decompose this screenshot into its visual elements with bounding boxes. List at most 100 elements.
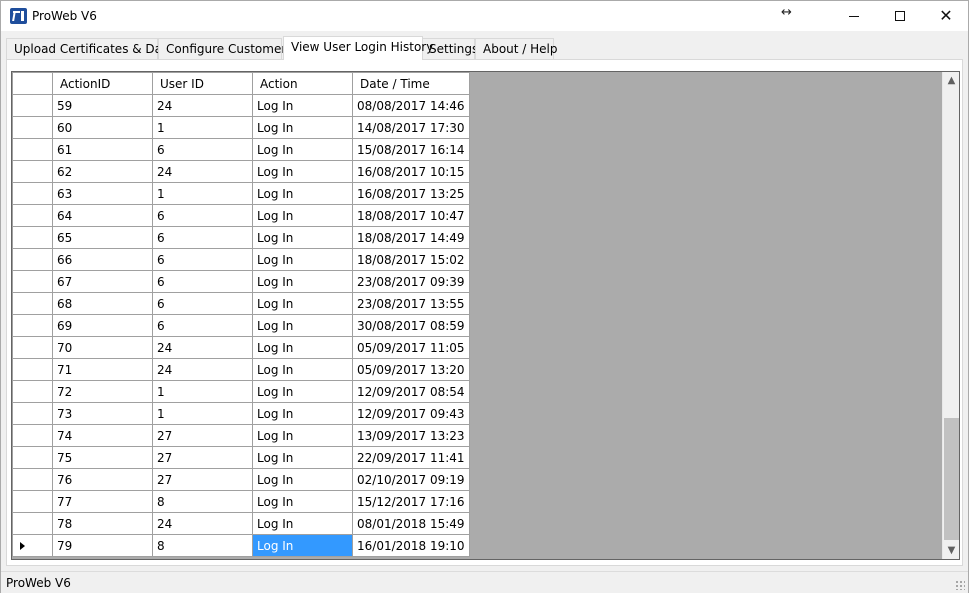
row-header[interactable] <box>12 270 53 293</box>
cell-action[interactable]: Log In <box>252 138 353 161</box>
maximize-button[interactable] <box>877 1 923 31</box>
cell-action[interactable]: Log In <box>252 336 353 359</box>
cell-action[interactable]: Log In <box>252 116 353 139</box>
cell-date-time[interactable]: 16/01/2018 19:10 <box>352 534 470 557</box>
cell-action[interactable]: Log In <box>252 358 353 381</box>
cell-actionid[interactable]: 75 <box>52 446 153 469</box>
cell-user-id[interactable]: 27 <box>152 424 253 447</box>
close-button[interactable]: ✕ <box>923 1 969 31</box>
row-header[interactable] <box>12 160 53 183</box>
table-row[interactable]: 70 24 Log In 05/09/2017 11:05 <box>12 336 470 359</box>
cell-user-id[interactable]: 1 <box>152 116 253 139</box>
cell-user-id[interactable]: 24 <box>152 94 253 117</box>
cell-actionid[interactable]: 61 <box>52 138 153 161</box>
cell-actionid[interactable]: 66 <box>52 248 153 271</box>
cell-actionid[interactable]: 78 <box>52 512 153 535</box>
row-header[interactable] <box>12 446 53 469</box>
cell-action[interactable]: Log In <box>252 534 353 557</box>
login-history-grid[interactable]: ActionID User ID Action Date / Time 59 24… <box>11 71 960 560</box>
table-row[interactable]: 59 24 Log In 08/08/2017 14:46 <box>12 94 470 117</box>
cell-date-time[interactable]: 22/09/2017 11:41 <box>352 446 470 469</box>
row-header[interactable] <box>12 226 53 249</box>
cell-user-id[interactable]: 6 <box>152 270 253 293</box>
cell-actionid[interactable]: 70 <box>52 336 153 359</box>
cell-date-time[interactable]: 16/08/2017 10:15 <box>352 160 470 183</box>
cell-action[interactable]: Log In <box>252 512 353 535</box>
row-header[interactable] <box>12 534 53 557</box>
cell-action[interactable]: Log In <box>252 402 353 425</box>
column-header-action[interactable]: Action <box>252 72 353 95</box>
row-header[interactable] <box>12 116 53 139</box>
cell-action[interactable]: Log In <box>252 270 353 293</box>
cell-action[interactable]: Log In <box>252 182 353 205</box>
table-row[interactable]: 64 6 Log In 18/08/2017 10:47 <box>12 204 470 227</box>
cell-actionid[interactable]: 59 <box>52 94 153 117</box>
row-header[interactable] <box>12 336 53 359</box>
cell-user-id[interactable]: 6 <box>152 226 253 249</box>
cell-date-time[interactable]: 15/08/2017 16:14 <box>352 138 470 161</box>
cell-action[interactable]: Log In <box>252 314 353 337</box>
cell-action[interactable]: Log In <box>252 248 353 271</box>
cell-action[interactable]: Log In <box>252 380 353 403</box>
cell-action[interactable]: Log In <box>252 94 353 117</box>
cell-action[interactable]: Log In <box>252 424 353 447</box>
cell-actionid[interactable]: 67 <box>52 270 153 293</box>
cell-user-id[interactable]: 8 <box>152 490 253 513</box>
column-header-date-time[interactable]: Date / Time <box>352 72 470 95</box>
row-header[interactable] <box>12 182 53 205</box>
row-header[interactable] <box>12 358 53 381</box>
cell-action[interactable]: Log In <box>252 446 353 469</box>
cell-date-time[interactable]: 30/08/2017 08:59 <box>352 314 470 337</box>
cell-actionid[interactable]: 73 <box>52 402 153 425</box>
cell-user-id[interactable]: 27 <box>152 468 253 491</box>
row-header[interactable] <box>12 138 53 161</box>
table-row[interactable]: 73 1 Log In 12/09/2017 09:43 <box>12 402 470 425</box>
row-header[interactable] <box>12 424 53 447</box>
scroll-up-button[interactable]: ▲ <box>943 72 959 89</box>
row-header[interactable] <box>12 380 53 403</box>
table-row[interactable]: 68 6 Log In 23/08/2017 13:55 <box>12 292 470 315</box>
cell-user-id[interactable]: 8 <box>152 534 253 557</box>
cell-user-id[interactable]: 1 <box>152 402 253 425</box>
cell-user-id[interactable]: 6 <box>152 248 253 271</box>
minimize-button[interactable] <box>831 1 877 31</box>
cell-user-id[interactable]: 1 <box>152 380 253 403</box>
table-row[interactable]: 65 6 Log In 18/08/2017 14:49 <box>12 226 470 249</box>
cell-date-time[interactable]: 12/09/2017 09:43 <box>352 402 470 425</box>
table-row[interactable]: 62 24 Log In 16/08/2017 10:15 <box>12 160 470 183</box>
cell-action[interactable]: Log In <box>252 204 353 227</box>
cell-date-time[interactable]: 23/08/2017 13:55 <box>352 292 470 315</box>
cell-user-id[interactable]: 6 <box>152 292 253 315</box>
row-header-corner[interactable] <box>12 72 53 95</box>
row-header[interactable] <box>12 490 53 513</box>
cell-action[interactable]: Log In <box>252 468 353 491</box>
cell-action[interactable]: Log In <box>252 292 353 315</box>
row-header[interactable] <box>12 402 53 425</box>
cell-actionid[interactable]: 72 <box>52 380 153 403</box>
cell-date-time[interactable]: 15/12/2017 17:16 <box>352 490 470 513</box>
cell-user-id[interactable]: 6 <box>152 314 253 337</box>
cell-action[interactable]: Log In <box>252 160 353 183</box>
column-header-user-id[interactable]: User ID <box>152 72 253 95</box>
column-header-actionid[interactable]: ActionID <box>52 72 153 95</box>
cell-user-id[interactable]: 6 <box>152 204 253 227</box>
row-header[interactable] <box>12 94 53 117</box>
cell-date-time[interactable]: 18/08/2017 15:02 <box>352 248 470 271</box>
resize-grip-icon[interactable] <box>955 580 965 590</box>
table-row[interactable]: 74 27 Log In 13/09/2017 13:23 <box>12 424 470 447</box>
cell-actionid[interactable]: 64 <box>52 204 153 227</box>
cell-actionid[interactable]: 68 <box>52 292 153 315</box>
row-header[interactable] <box>12 314 53 337</box>
cell-action[interactable]: Log In <box>252 226 353 249</box>
table-row[interactable]: 72 1 Log In 12/09/2017 08:54 <box>12 380 470 403</box>
cell-date-time[interactable]: 16/08/2017 13:25 <box>352 182 470 205</box>
row-header[interactable] <box>12 248 53 271</box>
cell-user-id[interactable]: 1 <box>152 182 253 205</box>
tab-view-user-login-history[interactable]: View User Login History <box>283 36 433 60</box>
table-row[interactable]: 77 8 Log In 15/12/2017 17:16 <box>12 490 470 513</box>
table-row[interactable]: 67 6 Log In 23/08/2017 09:39 <box>12 270 470 293</box>
cell-actionid[interactable]: 62 <box>52 160 153 183</box>
title-bar[interactable]: ProWeb V6 ↔ ✕ <box>1 1 968 31</box>
table-row[interactable]: 78 24 Log In 08/01/2018 15:49 <box>12 512 470 535</box>
cell-actionid[interactable]: 60 <box>52 116 153 139</box>
